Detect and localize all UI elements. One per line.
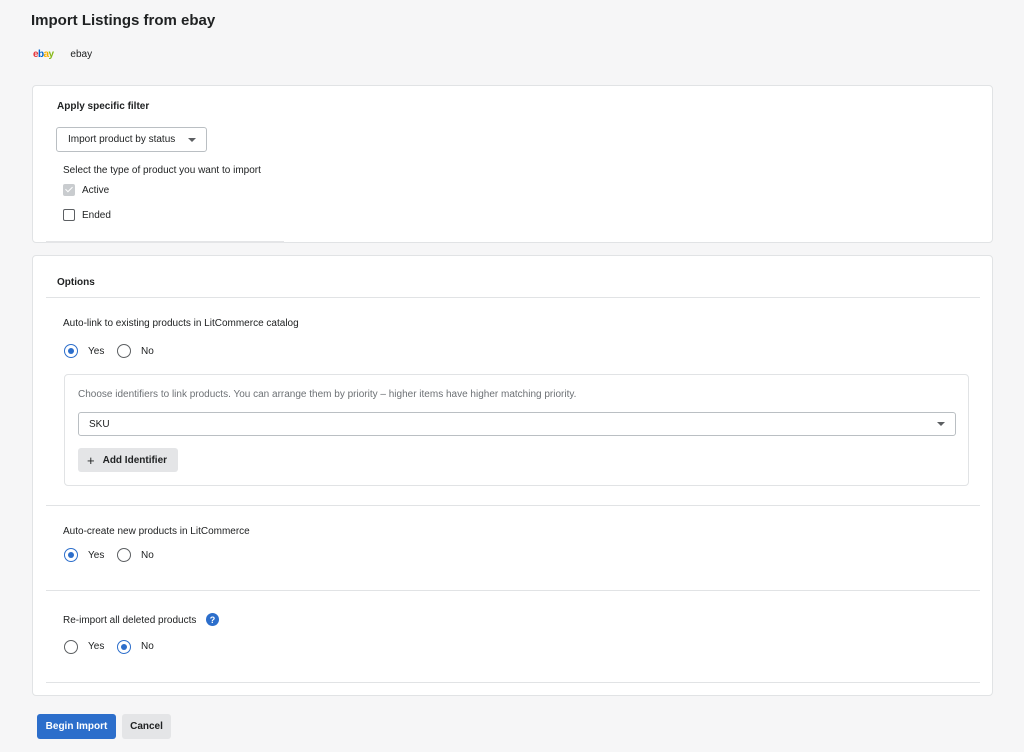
section-divider bbox=[46, 590, 980, 591]
page-title: Import Listings from ebay bbox=[31, 12, 216, 29]
identifiers-panel: Choose identifiers to link products. You… bbox=[64, 374, 969, 486]
filter-prompt: Select the type of product you want to i… bbox=[63, 165, 261, 176]
section-divider bbox=[46, 505, 980, 506]
caret-down-icon bbox=[188, 138, 196, 142]
ebay-logo: ebay bbox=[33, 49, 54, 60]
reimport-no-radio[interactable] bbox=[117, 640, 131, 654]
add-identifier-button[interactable]: + Add Identifier bbox=[78, 448, 178, 472]
reimport-label: Re-import all deleted products bbox=[63, 615, 197, 626]
auto-create-yes-radio[interactable] bbox=[64, 548, 78, 562]
identifier-value: SKU bbox=[89, 418, 110, 430]
filter-heading: Apply specific filter bbox=[57, 101, 150, 112]
caret-down-icon bbox=[937, 422, 945, 426]
reimport-yes-label: Yes bbox=[88, 641, 105, 652]
section-divider bbox=[46, 682, 980, 683]
ended-checkbox[interactable] bbox=[63, 209, 75, 221]
options-heading: Options bbox=[57, 277, 95, 288]
help-icon[interactable]: ? bbox=[206, 613, 219, 626]
status-filter-value: Import product by status bbox=[68, 134, 176, 145]
channel-name: ebay bbox=[70, 49, 93, 60]
auto-link-no-label: No bbox=[141, 346, 154, 357]
auto-create-no-label: No bbox=[141, 550, 154, 561]
identifiers-hint: Choose identifiers to link products. You… bbox=[78, 389, 577, 400]
identifier-select[interactable]: SKU bbox=[78, 412, 956, 436]
add-identifier-label: Add Identifier bbox=[102, 454, 168, 466]
auto-link-yes-radio[interactable] bbox=[64, 344, 78, 358]
status-filter-dropdown[interactable]: Import product by status bbox=[56, 127, 207, 152]
reimport-yes-radio[interactable] bbox=[64, 640, 78, 654]
options-card: Options Auto-link to existing products i… bbox=[32, 255, 993, 696]
plus-icon: + bbox=[87, 452, 95, 468]
filter-card: Apply specific filter Import product by … bbox=[32, 85, 993, 243]
reimport-no-label: No bbox=[141, 641, 154, 652]
active-label: Active bbox=[82, 185, 110, 196]
auto-create-no-radio[interactable] bbox=[117, 548, 131, 562]
auto-link-no-radio[interactable] bbox=[117, 344, 131, 358]
active-checkbox[interactable] bbox=[63, 184, 75, 196]
begin-import-button[interactable]: Begin Import bbox=[37, 714, 116, 739]
auto-create-yes-label: Yes bbox=[88, 550, 105, 561]
ended-label: Ended bbox=[82, 210, 111, 221]
auto-link-label: Auto-link to existing products in LitCom… bbox=[63, 318, 299, 329]
auto-create-label: Auto-create new products in LitCommerce bbox=[63, 526, 250, 537]
divider bbox=[46, 241, 284, 243]
options-divider bbox=[46, 297, 980, 298]
channel-info: ebay ebay bbox=[33, 49, 92, 60]
auto-link-yes-label: Yes bbox=[88, 346, 105, 357]
cancel-button[interactable]: Cancel bbox=[122, 714, 171, 739]
